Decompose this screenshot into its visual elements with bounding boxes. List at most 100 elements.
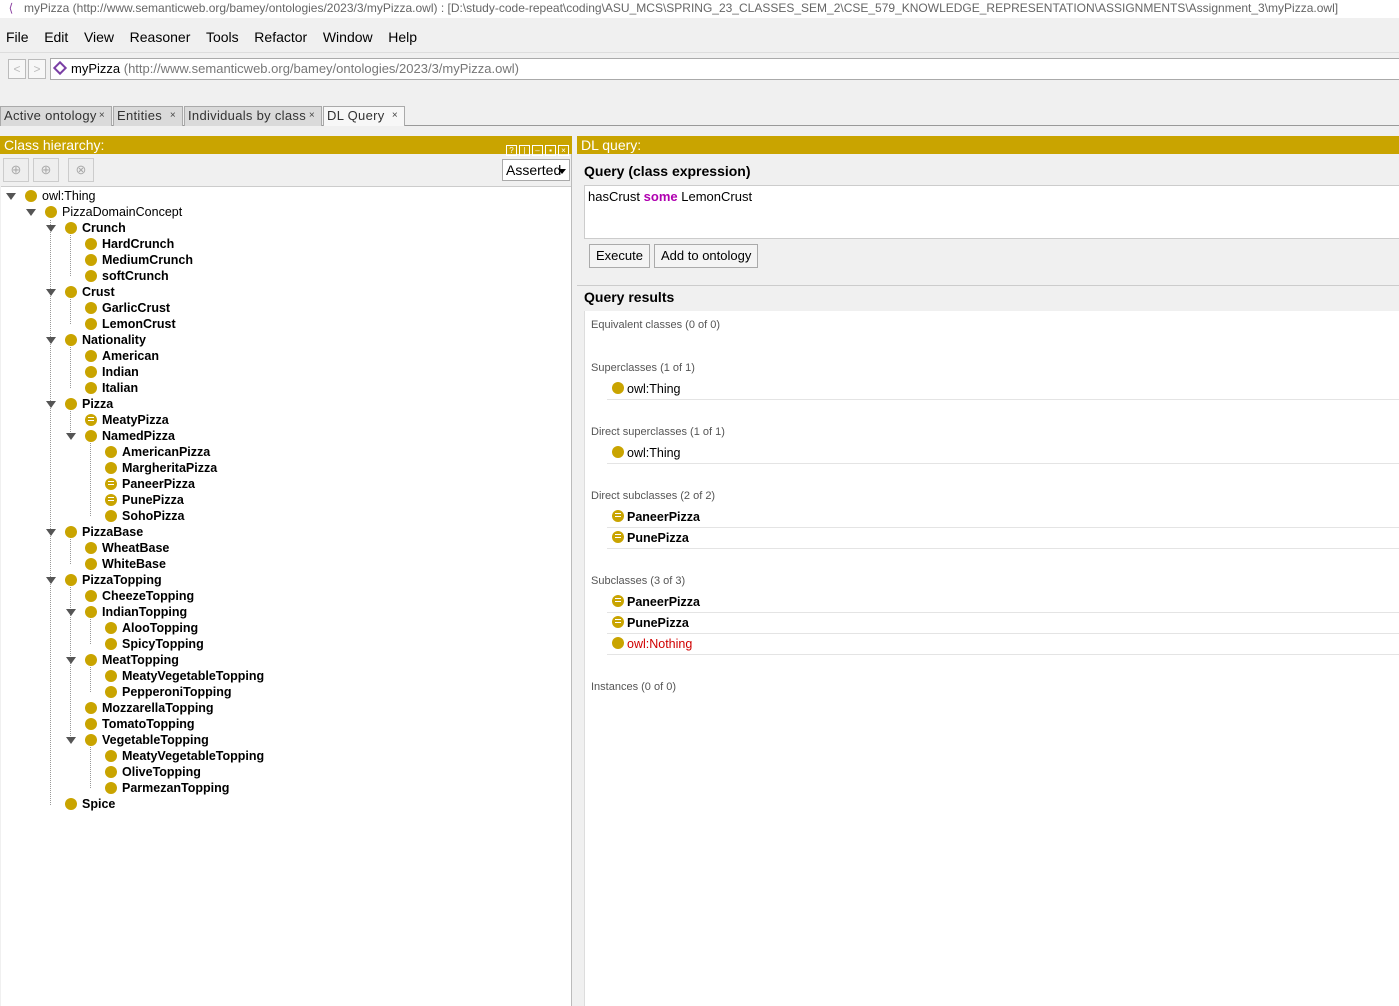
query-results-heading: Query results [584,289,675,305]
expand-toggle-icon[interactable] [66,737,76,744]
result-item[interactable]: owl:Thing [607,443,1399,464]
class-icon [105,510,117,522]
tab-individuals-by-class[interactable]: Individuals by class × [184,106,322,126]
menu-help[interactable]: Help [382,26,423,48]
ontology-icon [52,60,68,76]
back-button[interactable]: < [8,59,26,79]
query-results-list: Equivalent classes (0 of 0) Superclasses… [584,311,1399,1006]
defined-class-icon [85,414,97,426]
group-subclasses: Subclasses (3 of 3) [591,575,686,587]
expand-toggle-icon[interactable] [46,337,56,344]
class-hierarchy-title: Class hierarchy: [4,137,105,153]
hierarchy-mode-value: Asserted [506,162,562,178]
class-icon [612,637,624,649]
class-icon [65,574,77,586]
class-icon [85,734,97,746]
result-item[interactable]: PaneerPizza [607,507,1399,528]
close-icon[interactable]: × [170,107,176,125]
class-icon [85,366,97,378]
expand-toggle-icon[interactable] [66,609,76,616]
class-icon [85,318,97,330]
class-icon [85,430,97,442]
menu-reasoner[interactable]: Reasoner [124,26,197,48]
group-instances: Instances (0 of 0) [591,681,676,693]
ontology-uri: (http://www.semanticweb.org/bamey/ontolo… [123,61,519,76]
menu-bar: File Edit View Reasoner Tools Refactor W… [0,26,1399,48]
defined-class-icon [105,494,117,506]
add-sibling-class-icon[interactable]: ⊕ [33,158,59,182]
result-item[interactable]: owl:Thing [607,379,1399,400]
result-item[interactable]: owl:Nothing [607,634,1399,655]
result-item[interactable]: PunePizza [607,613,1399,634]
class-tree: owl:Thing PizzaDomainConcept Crunch Hard… [1,186,571,1006]
class-icon [612,382,624,394]
defined-class-icon [105,478,117,490]
class-icon [612,446,624,458]
query-keyword: some [643,189,678,204]
expand-toggle-icon[interactable] [66,433,76,440]
menu-edit[interactable]: Edit [38,26,74,48]
group-direct-superclasses: Direct superclasses (1 of 1) [591,426,725,438]
expand-toggle-icon[interactable] [46,529,56,536]
ontology-name: myPizza [71,61,121,76]
defined-class-icon [612,510,624,522]
class-icon [85,270,97,282]
expand-toggle-icon[interactable] [26,209,36,216]
class-icon [65,798,77,810]
class-icon [85,382,97,394]
protege-app-icon: ⟨ [8,1,14,15]
window-title: myPizza (http://www.semanticweb.org/bame… [24,1,1339,15]
result-item[interactable]: PunePizza [607,528,1399,549]
dl-query-header: DL query: [577,136,1399,154]
ontology-selector[interactable]: myPizza (http://www.semanticweb.org/bame… [50,58,1399,80]
expand-toggle-icon[interactable] [46,577,56,584]
class-icon [85,558,97,570]
class-icon [65,526,77,538]
tab-entities[interactable]: Entities × [113,106,183,126]
class-icon [105,446,117,458]
class-icon [105,750,117,762]
class-icon [85,606,97,618]
menu-window[interactable]: Window [317,26,379,48]
class-hierarchy-header: Class hierarchy: ? | – ▪ × [0,136,572,156]
result-item[interactable]: PaneerPizza [607,592,1399,613]
workspace-tabs: Active ontology × Entities × Individuals b… [0,106,1399,126]
execute-button[interactable]: Execute [589,244,650,268]
tab-dl-query[interactable]: DL Query × [323,106,405,126]
tab-label: DL Query [327,108,385,123]
class-icon [85,238,97,250]
class-icon [105,686,117,698]
class-icon [25,190,37,202]
menu-refactor[interactable]: Refactor [248,26,313,48]
tab-label: Individuals by class [188,108,306,123]
forward-button[interactable]: > [28,59,46,79]
group-superclasses: Superclasses (1 of 1) [591,362,695,374]
hierarchy-mode-select[interactable]: Asserted [502,159,570,181]
class-icon [85,302,97,314]
expand-toggle-icon[interactable] [46,225,56,232]
defined-class-icon [612,531,624,543]
expand-toggle-icon[interactable] [66,657,76,664]
expand-toggle-icon[interactable] [46,401,56,408]
close-icon[interactable]: × [392,107,398,125]
add-to-ontology-button[interactable]: Add to ontology [654,244,759,268]
menu-view[interactable]: View [78,26,120,48]
tab-active-ontology[interactable]: Active ontology × [0,106,112,126]
tab-label: Entities [117,108,163,123]
ontology-address-bar: < > myPizza (http://www.semanticweb.org/… [0,52,1399,106]
class-expression-input[interactable]: hasCrust some LemonCrust [584,185,1399,239]
tab-label: Active ontology [4,108,97,123]
expand-toggle-icon[interactable] [6,193,16,200]
class-icon [65,398,77,410]
delete-class-icon[interactable]: ⊗ [68,158,94,182]
class-icon [105,670,117,682]
expand-toggle-icon[interactable] [46,289,56,296]
divider [577,285,1399,286]
menu-tools[interactable]: Tools [200,26,245,48]
close-icon[interactable]: × [309,107,315,125]
add-subclass-icon[interactable]: ⊕ [3,158,29,182]
class-icon [105,638,117,650]
menu-file[interactable]: File [0,26,35,48]
class-icon [105,622,117,634]
close-icon[interactable]: × [99,107,105,125]
